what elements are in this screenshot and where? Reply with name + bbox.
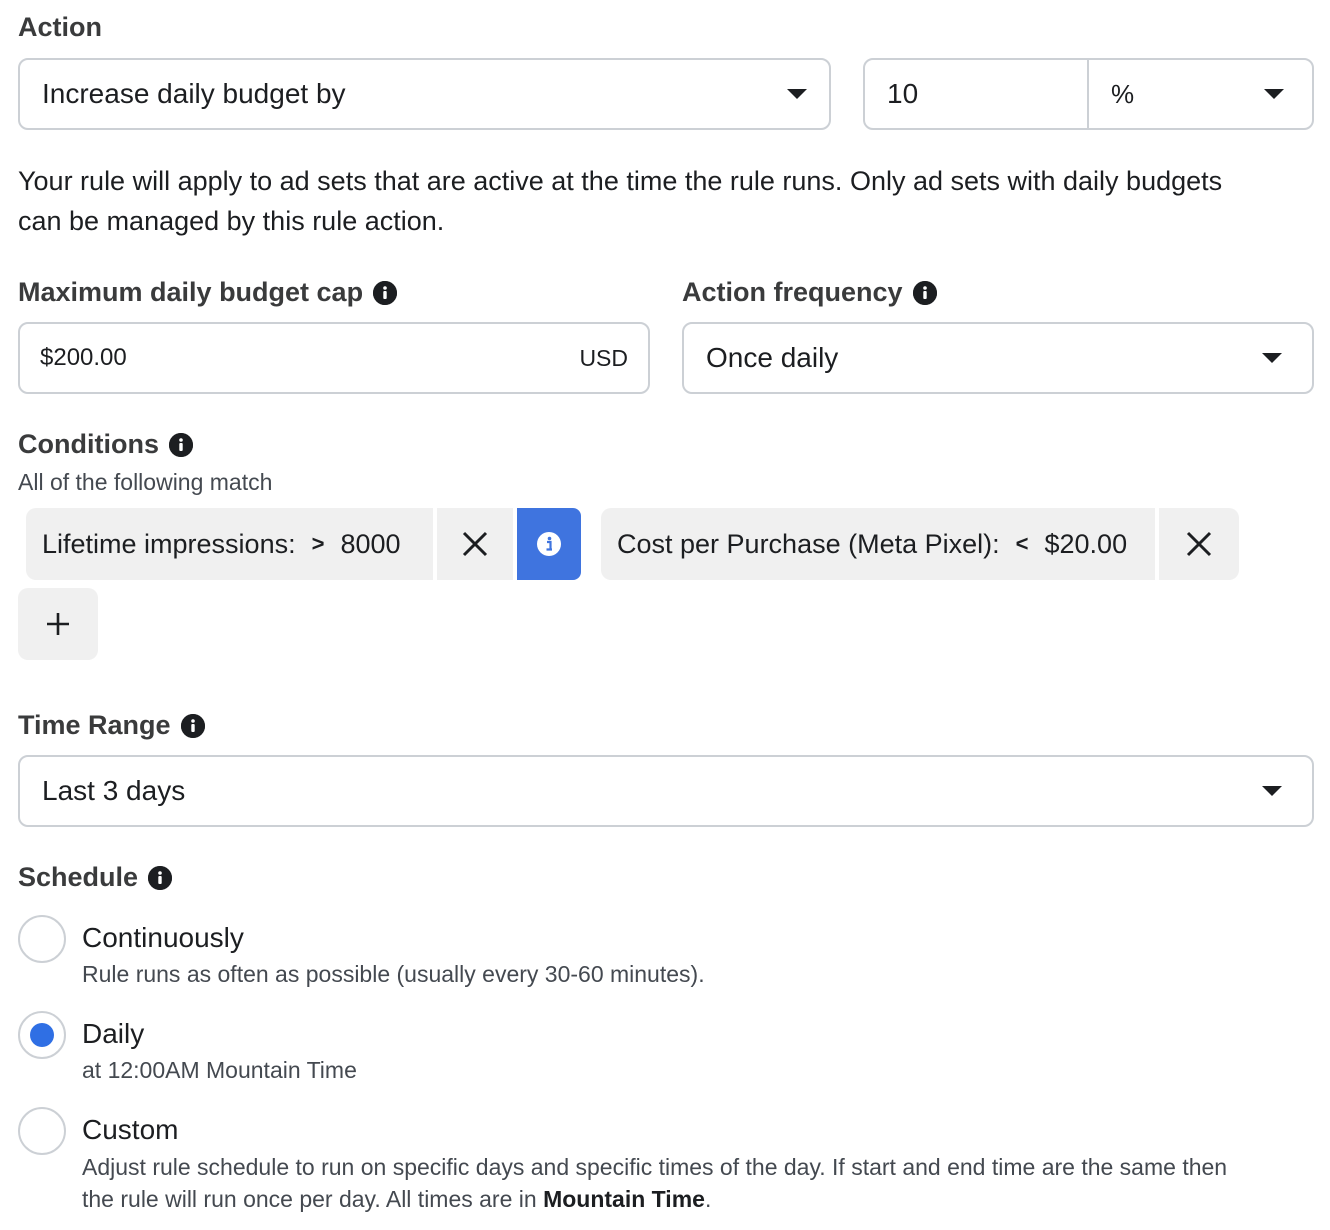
schedule-option-description: at 12:00AM Mountain Time <box>82 1057 357 1083</box>
close-icon <box>1186 531 1212 557</box>
add-condition-button[interactable] <box>18 588 98 660</box>
budget-cap-input[interactable]: $200.00 USD <box>18 322 650 394</box>
budget-cap-heading: Maximum daily budget cap <box>18 277 398 308</box>
remove-condition-button[interactable] <box>437 508 513 580</box>
plus-icon <box>47 613 69 635</box>
chevron-down-icon <box>1262 786 1282 796</box>
condition-chip[interactable]: Cost per Purchase (Meta Pixel): < $20.00 <box>601 508 1155 580</box>
action-type-value: Increase daily budget by <box>42 78 346 109</box>
info-icon[interactable] <box>912 280 937 305</box>
action-frequency-heading: Action frequency <box>682 277 937 308</box>
schedule-radio-daily[interactable] <box>18 1011 66 1059</box>
info-icon[interactable] <box>373 280 398 305</box>
condition-chip[interactable]: Lifetime impressions: > 8000 <box>26 508 433 580</box>
schedule-option-label: Daily <box>82 1018 145 1049</box>
chevron-down-icon <box>1264 89 1284 99</box>
schedule-option-label: Custom <box>82 1114 179 1145</box>
remove-condition-button[interactable] <box>1159 508 1239 580</box>
radio-selected-dot <box>30 1023 54 1047</box>
schedule-heading: Schedule <box>18 862 173 893</box>
info-icon <box>537 532 561 556</box>
unit-select[interactable]: % <box>1089 60 1312 128</box>
close-icon <box>462 531 488 557</box>
schedule-option-description: Adjust rule schedule to run on specific … <box>82 1154 1228 1212</box>
info-icon[interactable] <box>168 432 193 457</box>
action-frequency-select[interactable]: Once daily <box>682 322 1314 394</box>
chevron-down-icon <box>787 89 807 99</box>
action-type-select[interactable]: Increase daily budget by <box>18 58 831 130</box>
conditions-subtitle: All of the following match <box>18 469 273 495</box>
schedule-radio-continuously[interactable] <box>18 915 66 963</box>
time-range-heading: Time Range <box>18 710 205 741</box>
condition-info-button[interactable] <box>517 508 581 580</box>
schedule-radio-custom[interactable] <box>18 1107 66 1155</box>
conditions-heading: Conditions <box>18 429 193 460</box>
action-heading: Action <box>18 12 102 42</box>
chevron-down-icon <box>1262 353 1282 363</box>
currency-label: USD <box>579 344 628 371</box>
info-icon[interactable] <box>148 865 173 890</box>
action-amount-group: 10 % <box>863 58 1314 130</box>
schedule-option-description: Rule runs as often as possible (usually … <box>82 961 705 987</box>
amount-input[interactable]: 10 <box>865 60 1089 128</box>
info-icon[interactable] <box>180 713 205 738</box>
time-range-select[interactable]: Last 3 days <box>18 755 1314 827</box>
action-helper-text: Your rule will apply to ad sets that are… <box>18 166 1223 236</box>
schedule-option-label: Continuously <box>82 922 244 953</box>
